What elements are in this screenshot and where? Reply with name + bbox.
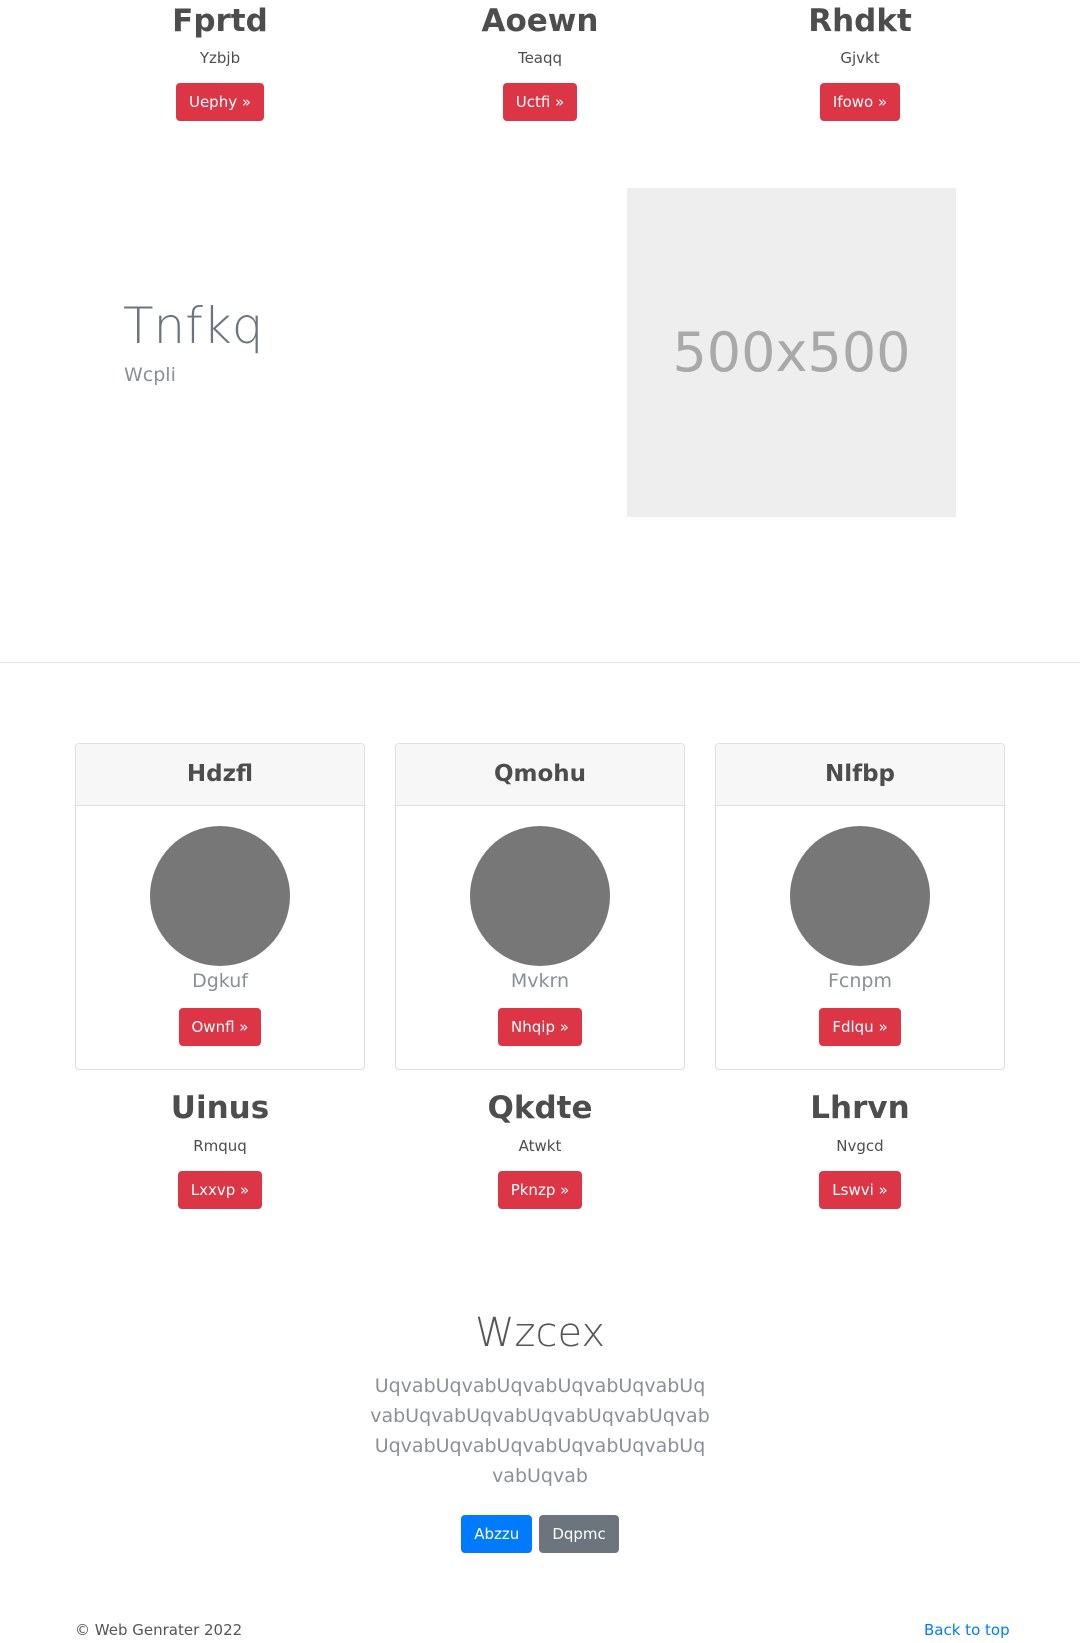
primary-button[interactable]: Abzzu <box>461 1515 533 1553</box>
back-to-top-link[interactable]: Back to top <box>924 1620 1010 1640</box>
avatar-circle <box>470 826 610 966</box>
feature-button[interactable]: Lxxvp » <box>177 1171 263 1209</box>
feature-subtitle: Nvgcd <box>836 1137 884 1155</box>
card-button[interactable]: Fdlqu » <box>819 1008 901 1046</box>
feature-column: Uinus Rmquq Lxxvp » <box>60 1088 380 1209</box>
feature-title: Fprtd <box>172 3 268 39</box>
footer-copyright: © Web Genrater 2022 <box>75 1621 243 1639</box>
card-label: Dgkuf <box>192 970 248 992</box>
feature-button[interactable]: Uctfi » <box>502 83 578 121</box>
feature-subtitle: Teaqq <box>517 49 563 67</box>
card-button[interactable]: Ownfl » <box>178 1008 262 1046</box>
card-label: Mvkrn <box>510 970 570 992</box>
card-button[interactable]: Nhqip » <box>498 1008 582 1046</box>
feature-subtitle: Atwkt <box>518 1137 562 1155</box>
image-placeholder-label: 500x500 <box>672 321 911 384</box>
avatar-circle <box>790 826 930 966</box>
avatar-circle <box>150 826 290 966</box>
card-body: Dgkuf Ownfl » <box>76 826 364 1046</box>
feature-button[interactable]: Ifowo » <box>819 83 901 121</box>
card-body: Fcnpm Fdlqu » <box>716 826 1004 1046</box>
image-placeholder: 500x500 <box>627 188 956 517</box>
card-header: Nlfbp <box>716 744 1004 806</box>
profile-card: Qmohu Mvkrn Nhqip » <box>395 743 685 1070</box>
feature-title: Lhrvn <box>810 1090 910 1126</box>
section-divider <box>0 662 1080 663</box>
feature-subtitle: Rmquq <box>193 1137 247 1155</box>
feature-subtitle: Gjvkt <box>840 49 880 67</box>
feature-title: Qkdte <box>487 1090 593 1126</box>
feature-column: Aoewn Teaqq Uctfi » <box>380 0 700 121</box>
jumbotron-buttons: Abzzu Dqpmc <box>0 1515 1080 1553</box>
feature-column: Lhrvn Nvgcd Lswvi » <box>700 1088 1020 1209</box>
top-features-row: Fprtd Yzbjb Uephy » Aoewn Teaqq Uctfi » … <box>0 0 1080 130</box>
profile-card: Nlfbp Fcnpm Fdlqu » <box>715 743 1005 1070</box>
card-label: Fcnpm <box>828 970 892 992</box>
jumbotron-paragraph: UqvabUqvabUqvabUqvabUqvabUqvabUqvabUqvab… <box>370 1375 710 1487</box>
jumbotron: Wzcex UqvabUqvabUqvabUqvabUqvabUqvabUqva… <box>0 1307 1080 1553</box>
profile-card: Hdzfl Dgkuf Ownfl » <box>75 743 365 1070</box>
feature-column: Rhdkt Gjvkt Ifowo » <box>700 0 1020 121</box>
feature-button[interactable]: Pknzp » <box>497 1171 583 1209</box>
feature-column: Qkdte Atwkt Pknzp » <box>380 1088 700 1209</box>
feature-title: Aoewn <box>481 3 599 39</box>
hero-title: Tnfkq <box>123 297 264 355</box>
feature-column: Fprtd Yzbjb Uephy » <box>60 0 380 121</box>
feature-subtitle: Yzbjb <box>199 49 241 67</box>
feature-title: Rhdkt <box>808 3 912 39</box>
card-header: Qmohu <box>396 744 684 806</box>
card-body: Mvkrn Nhqip » <box>396 826 684 1046</box>
card-header: Hdzfl <box>76 744 364 806</box>
feature-title: Uinus <box>170 1090 270 1126</box>
feature-button[interactable]: Lswvi » <box>819 1171 901 1209</box>
jumbotron-title: Wzcex <box>474 1310 606 1356</box>
feature-button[interactable]: Uephy » <box>175 83 265 121</box>
hero-subtitle: Wcpli <box>124 364 176 386</box>
secondary-button[interactable]: Dqpmc <box>539 1515 619 1553</box>
